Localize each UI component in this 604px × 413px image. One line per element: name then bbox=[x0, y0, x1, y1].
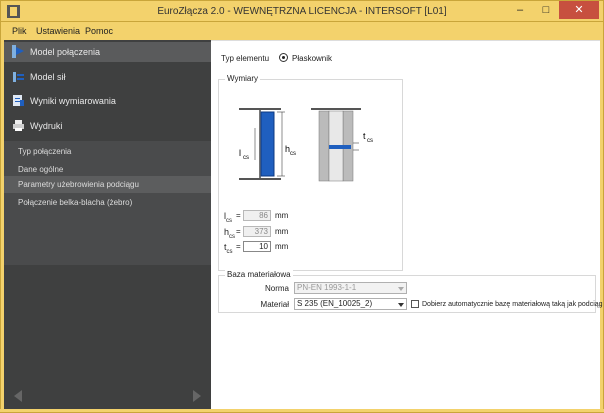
sidebar-item-label: Model połączenia bbox=[30, 47, 101, 57]
submenu-label: Parametry użebrowienia podciągu bbox=[18, 180, 139, 189]
hcs-input: 373 bbox=[243, 226, 271, 237]
sidebar-item-label: Model sił bbox=[30, 72, 66, 82]
sidebar: Model połączenia Model sił Wyniki wymiar… bbox=[4, 40, 211, 409]
diagram-l-label: l bbox=[239, 148, 241, 158]
dimensions-group: Wymiary l cs h cs t cs lcs = 86 mm hcs =… bbox=[218, 74, 403, 271]
material-label: Materiał bbox=[260, 300, 289, 309]
title-bar: EuroZłącza 2.0 - WEWNĘTRZNA LICENCJA - I… bbox=[0, 0, 604, 22]
sidebar-item-force-model[interactable]: Model sił bbox=[4, 67, 211, 87]
dim-symbol: tcs bbox=[224, 242, 233, 255]
next-arrow-icon[interactable] bbox=[193, 390, 201, 402]
sidebar-item-results[interactable]: Wyniki wymiarowania bbox=[4, 91, 211, 111]
chevron-down-icon[interactable] bbox=[398, 303, 404, 307]
diagram-l-sub: cs bbox=[243, 155, 249, 161]
menu-file[interactable]: Plik bbox=[12, 26, 27, 36]
main-panel: Typ elementu Płaskownik Wymiary l cs h c… bbox=[211, 40, 603, 409]
maximize-button[interactable]: □ bbox=[533, 1, 559, 19]
right-stiffener bbox=[329, 145, 351, 149]
submenu-beam-plate-connection[interactable]: Połączenie belka-blacha (żebro) bbox=[4, 194, 211, 211]
window-frame-bottom bbox=[0, 409, 604, 413]
material-select[interactable]: S 235 (EN_10025_2) bbox=[294, 298, 407, 310]
submenu-connection-type[interactable]: Typ połączenia bbox=[4, 143, 211, 160]
dim-unit: mm bbox=[275, 227, 289, 236]
sidebar-item-prints[interactable]: Wydruki bbox=[4, 116, 211, 136]
lcs-input: 86 bbox=[243, 210, 271, 221]
dim-equals: = bbox=[236, 227, 241, 236]
dim-symbol: lcs bbox=[224, 211, 232, 224]
sidebar-footer bbox=[4, 382, 211, 409]
flat-bar-radio-label[interactable]: Płaskownik bbox=[292, 54, 332, 63]
diagram-t-label: t bbox=[363, 131, 366, 141]
close-button[interactable]: ✕ bbox=[559, 1, 599, 19]
top-flange bbox=[239, 108, 281, 110]
stiffener-plate bbox=[260, 111, 275, 177]
results-icon bbox=[13, 95, 24, 106]
diagram-t-sub: cs bbox=[367, 138, 373, 144]
auto-material-checkbox[interactable] bbox=[411, 300, 419, 308]
norm-value: PN-EN 1993-1-1 bbox=[297, 283, 357, 292]
material-value: S 235 (EN_10025_2) bbox=[297, 299, 373, 308]
dim-unit: mm bbox=[275, 211, 289, 220]
minimize-button[interactable]: – bbox=[507, 1, 533, 19]
window-frame-right bbox=[600, 22, 604, 413]
auto-material-label[interactable]: Dobierz automatycznie bazę materiałową t… bbox=[422, 301, 603, 308]
dimensions-title: Wymiary bbox=[225, 74, 261, 83]
norm-label: Norma bbox=[264, 284, 289, 293]
right-flange-left bbox=[318, 110, 330, 182]
flat-bar-radio[interactable] bbox=[279, 53, 288, 62]
menu-settings[interactable]: Ustawienia bbox=[36, 26, 80, 36]
bottom-flange bbox=[239, 178, 281, 180]
menu-help[interactable]: Pomoc bbox=[85, 26, 113, 36]
diagram-h-sub: cs bbox=[290, 151, 296, 157]
force-model-icon bbox=[13, 72, 24, 82]
norm-select: PN-EN 1993-1-1 bbox=[294, 282, 407, 294]
submenu-stiffener-params[interactable]: Parametry użebrowienia podciągu bbox=[4, 176, 211, 193]
submenu-label: Połączenie belka-blacha (żebro) bbox=[18, 198, 133, 207]
sidebar-item-label: Wydruki bbox=[30, 121, 63, 131]
submenu-label: Dane ogólne bbox=[18, 165, 64, 174]
sidebar-item-connection-model[interactable]: Model połączenia bbox=[4, 42, 211, 62]
stiffener-diagram: l cs h cs t cs bbox=[239, 108, 373, 182]
previous-arrow-icon[interactable] bbox=[14, 390, 22, 402]
tcs-input[interactable]: 10 bbox=[243, 241, 271, 252]
submenu-label: Typ połączenia bbox=[18, 147, 72, 156]
material-title: Baza materiałowa bbox=[225, 270, 293, 279]
element-type-label: Typ elementu bbox=[221, 54, 270, 63]
menu-bar: Plik Ustawienia Pomoc bbox=[1, 22, 603, 40]
dim-equals: = bbox=[236, 242, 241, 251]
sidebar-submenu: Typ połączenia Dane ogólne Parametry uże… bbox=[4, 141, 211, 265]
sidebar-item-label: Wyniki wymiarowania bbox=[30, 96, 116, 106]
material-group: Baza materiałowa Norma PN-EN 1993-1-1 Ma… bbox=[218, 270, 603, 313]
connection-model-icon bbox=[12, 45, 24, 58]
chevron-down-icon bbox=[398, 287, 404, 291]
printer-icon bbox=[13, 120, 24, 131]
dim-unit: mm bbox=[275, 242, 289, 251]
dim-symbol: hcs bbox=[224, 227, 236, 240]
dim-equals: = bbox=[236, 211, 241, 220]
